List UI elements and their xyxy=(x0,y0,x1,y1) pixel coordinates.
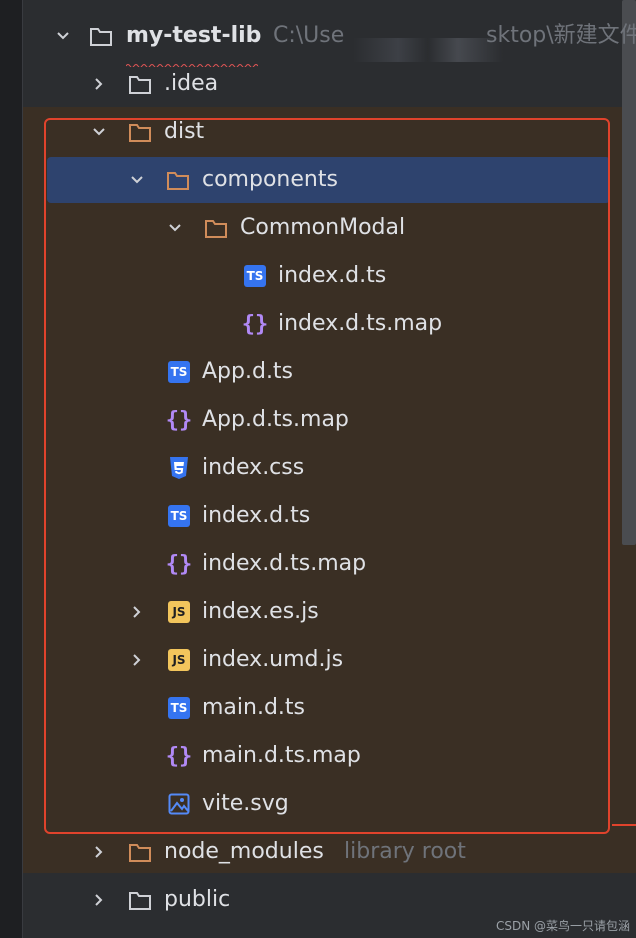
tree-row-file[interactable]: TS index.d.ts xyxy=(23,492,636,540)
root-path-start: C:\Use xyxy=(273,23,345,48)
tree-item-label: CommonModal xyxy=(240,215,406,240)
folder-excluded-icon xyxy=(166,168,190,192)
tree-row-file[interactable]: TS index.d.ts xyxy=(23,252,636,300)
tree-row-file[interactable]: TS main.d.ts xyxy=(23,684,636,732)
gutter xyxy=(0,0,22,938)
tree-row-file[interactable]: {} App.d.ts.map xyxy=(23,396,636,444)
watermark: CSDN @菜鸟一只请包涵 xyxy=(495,919,630,933)
tree-item-label: index.css xyxy=(202,455,305,480)
redacted-path xyxy=(353,38,503,62)
tree-item-label: index.d.ts.map xyxy=(202,551,367,576)
tree-item-label: node_modules xyxy=(164,839,324,864)
spelling-squiggle xyxy=(125,52,259,68)
folder-icon xyxy=(128,72,152,96)
chevron-down-icon[interactable] xyxy=(164,217,186,239)
tree-row-file[interactable]: {} index.d.ts.map xyxy=(23,300,636,348)
tree-row-file[interactable]: {} index.d.ts.map xyxy=(23,540,636,588)
chevron-down-icon[interactable] xyxy=(88,121,110,143)
tree-row-file[interactable]: index.css xyxy=(23,444,636,492)
folder-excluded-icon xyxy=(204,216,228,240)
chevron-right-icon[interactable] xyxy=(88,889,110,911)
tree-item-label: index.d.ts xyxy=(278,263,387,288)
tree-row-file[interactable]: JS index.umd.js xyxy=(23,636,636,684)
tree-item-label: index.d.ts xyxy=(202,503,311,528)
tree-row-file[interactable]: {} main.d.ts.map xyxy=(23,732,636,780)
typescript-icon: TS xyxy=(167,360,191,384)
tree-item-label: index.es.js xyxy=(202,599,319,624)
tree-row-node-modules[interactable]: node_modules library root xyxy=(23,828,636,876)
image-icon xyxy=(167,792,191,816)
tree-item-label: vite.svg xyxy=(202,791,289,816)
chevron-right-icon[interactable] xyxy=(88,73,110,95)
tree-item-label: components xyxy=(202,167,338,192)
chevron-down-icon[interactable] xyxy=(126,169,148,191)
folder-excluded-icon xyxy=(128,120,152,144)
tree-item-label: main.d.ts.map xyxy=(202,743,361,768)
tree-row-file[interactable]: TS App.d.ts xyxy=(23,348,636,396)
tree-item-label: index.umd.js xyxy=(202,647,344,672)
javascript-icon: JS xyxy=(167,648,191,672)
tree-row-idea[interactable]: .idea xyxy=(23,60,636,108)
folder-excluded-icon xyxy=(128,840,152,864)
css-icon xyxy=(167,456,191,480)
folder-icon xyxy=(89,24,113,48)
highlight-line xyxy=(612,824,636,826)
tree-item-label: index.d.ts.map xyxy=(278,311,443,336)
tree-item-label: App.d.ts xyxy=(202,359,294,384)
tree-row-root[interactable]: my-test-lib C:\Use sktop\新建文件 xyxy=(23,12,636,68)
library-root-hint: library root xyxy=(344,839,466,864)
typescript-icon: TS xyxy=(243,264,267,288)
tree-item-label: main.d.ts xyxy=(202,695,306,720)
json-braces-icon: {} xyxy=(165,551,193,577)
folder-icon xyxy=(128,888,152,912)
json-braces-icon: {} xyxy=(165,743,193,769)
json-braces-icon: {} xyxy=(165,407,193,433)
typescript-icon: TS xyxy=(167,696,191,720)
tree-row-file[interactable]: vite.svg xyxy=(23,780,636,828)
chevron-right-icon[interactable] xyxy=(126,601,148,623)
tree-row-file[interactable]: JS index.es.js xyxy=(23,588,636,636)
chevron-right-icon[interactable] xyxy=(88,841,110,863)
root-path-end: sktop\新建文件 xyxy=(486,23,636,48)
tree-item-label: App.d.ts.map xyxy=(202,407,349,432)
tree-item-label: dist xyxy=(164,119,205,144)
tree-row-components[interactable]: components xyxy=(23,156,636,204)
chevron-right-icon[interactable] xyxy=(126,649,148,671)
json-braces-icon: {} xyxy=(241,311,269,337)
tree-row-commonmodal[interactable]: CommonModal xyxy=(23,204,636,252)
javascript-icon: JS xyxy=(167,600,191,624)
tree-row-dist[interactable]: dist xyxy=(23,108,636,156)
tree-item-label: public xyxy=(164,887,231,912)
typescript-icon: TS xyxy=(167,504,191,528)
chevron-down-icon[interactable] xyxy=(52,25,74,47)
tree-item-label: .idea xyxy=(164,71,219,96)
